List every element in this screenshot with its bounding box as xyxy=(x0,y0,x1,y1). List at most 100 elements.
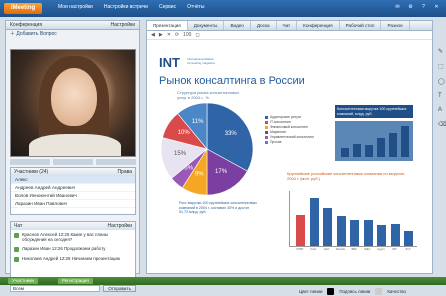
line-label-swatch[interactable] xyxy=(375,288,383,295)
participant-row[interactable]: Волов Иннокентий Иванович xyxy=(11,192,135,200)
video-feed[interactable] xyxy=(10,49,136,157)
toolbar-button-4[interactable]: 100 xyxy=(183,32,191,38)
mini-bar xyxy=(353,143,361,157)
line-color-label[interactable]: Цвет линии xyxy=(299,289,322,294)
pie-slice-label: 10% xyxy=(178,130,191,136)
toolbar-button-5[interactable]: ◻ xyxy=(195,32,199,38)
message-check-icon xyxy=(14,247,19,252)
participants-header: Участники (24) Права xyxy=(11,168,135,176)
gear-icon[interactable]: ⚙ xyxy=(407,4,414,11)
invite-link[interactable]: ＋ Добавить Вопрос xyxy=(6,30,139,38)
quality-label[interactable]: Качество xyxy=(387,289,406,294)
slide-subtitle: Структура рынка консалтинговых услуг в 2… xyxy=(177,90,240,100)
tab-settings[interactable]: Настройки xyxy=(110,21,135,29)
tab-1[interactable]: Документы xyxy=(188,21,225,30)
app-logo: iMeeting xyxy=(4,3,42,14)
tab-7[interactable]: Разное xyxy=(381,21,410,30)
pie-legend: Аудиторские услуги IT-консалтинг Финансовы… xyxy=(265,115,323,145)
chat-message-text: Николаев Андрей 12:28 Начинаем презентац… xyxy=(22,256,121,261)
drawing-tool-1[interactable]: ⬚ xyxy=(438,63,444,70)
bar xyxy=(390,224,400,246)
toolbar-button-3[interactable]: ⟳ xyxy=(175,32,179,38)
drawing-tool-4[interactable]: A xyxy=(438,107,444,113)
tab-5[interactable]: Конференция xyxy=(297,21,340,30)
participants-title: Участники (24) xyxy=(14,169,49,175)
legend-swatch xyxy=(265,131,268,134)
send-button[interactable]: Отправить xyxy=(103,284,136,292)
tab-conference[interactable]: Конференция xyxy=(10,21,42,29)
top-right-icons: ✉ ⚙ ? ✕ xyxy=(394,4,440,11)
mini-chart-title: Консалтинговая выручка 100 крупнейших ко… xyxy=(335,105,413,118)
bar xyxy=(350,220,359,246)
pie-slice-label: 17% xyxy=(215,169,228,175)
tab-6[interactable]: Рабочий стол xyxy=(340,21,382,30)
drawing-tool-3[interactable]: T xyxy=(438,93,444,99)
slide-note: Рост выручки 100 крупнейших консалтингов… xyxy=(179,201,257,215)
mail-icon[interactable]: ✉ xyxy=(394,4,401,11)
mini-bar xyxy=(365,145,373,157)
tab-3[interactable]: Доска xyxy=(251,21,277,30)
close-icon[interactable]: ✕ xyxy=(433,4,440,11)
bar xyxy=(377,225,386,246)
slide: INT International Market Consulting maga… xyxy=(157,53,422,253)
drawing-tools: ✎ ⬚ ◯ T A ⌫ xyxy=(438,48,446,128)
participants-button[interactable]: Участники xyxy=(8,278,38,284)
chat-message-text: Ларазин Иван 12:26 Продолжаем работу xyxy=(22,246,106,251)
mini-bar xyxy=(389,132,397,157)
chat-header: Чат Настройки xyxy=(11,222,135,230)
menu-item-settings[interactable]: Мои настройки xyxy=(58,4,93,10)
pie-slice-label: 9% xyxy=(195,172,204,178)
video-control-3[interactable] xyxy=(96,159,136,165)
tab-2[interactable]: Видео xyxy=(224,21,251,30)
toolbar-button-0[interactable]: ◀ xyxy=(151,32,155,38)
app-titlebar: iMeeting Мои настройки Настройки встречи… xyxy=(0,0,446,17)
drawing-tool-5[interactable]: ⌫ xyxy=(438,121,446,128)
video-control-2[interactable] xyxy=(53,159,93,165)
bar-chart: КПМГ PwC E&Y Deloitte ФБК БДО Аудит ЛКГ Ф-Р xyxy=(289,191,417,251)
legend-label: Прочие xyxy=(270,140,282,144)
participant-row[interactable]: Ларазин Иван Павлович xyxy=(11,200,135,208)
participant-row[interactable]: Алекс xyxy=(11,176,135,184)
video-person-face xyxy=(51,68,97,126)
line-color-swatch[interactable] xyxy=(327,288,335,295)
message-check-icon xyxy=(14,257,19,262)
legend-swatch xyxy=(265,116,268,119)
chat-settings[interactable]: Настройки xyxy=(107,222,132,230)
pie-slice-label: 15% xyxy=(174,151,187,157)
help-icon[interactable]: ? xyxy=(420,4,427,11)
legend-swatch xyxy=(265,141,268,144)
tab-4[interactable]: Чат xyxy=(277,21,298,30)
presentation-toolbar: ◀ ▶ ✕ ⟳ 100 ◻ xyxy=(147,31,432,40)
left-panel-tabs: Конференция Настройки xyxy=(6,21,139,30)
slide-brand-sub: International Market Consulting magazine xyxy=(187,57,216,65)
chat-message: Краснов Алексей 12:25 Какие у вас планы … xyxy=(11,230,135,244)
recipient-select[interactable]: Всем xyxy=(10,284,101,292)
line-label-label[interactable]: Подпись линии xyxy=(339,289,370,294)
toolbar-button-2[interactable]: ✕ xyxy=(167,32,171,38)
menu-item-reports[interactable]: Отчёты xyxy=(187,4,204,10)
chat-send-row: Всем Отправить xyxy=(10,284,136,292)
pie-chart: 33%17%9%5%15%10%11% xyxy=(160,102,254,196)
video-controls xyxy=(10,159,136,165)
drawing-tool-2[interactable]: ◯ xyxy=(438,78,445,85)
presentation-panel: Презентация Документы Видео Доска Чат Конфере… xyxy=(146,20,433,295)
bar xyxy=(296,214,305,246)
menu-item-service[interactable]: Сервис xyxy=(159,4,176,10)
chat-title: Чат xyxy=(14,223,23,229)
video-control-1[interactable] xyxy=(10,159,50,165)
legend-swatch xyxy=(265,126,268,129)
bar-label: Ф-Р xyxy=(405,247,411,251)
tab-0[interactable]: Презентация xyxy=(147,21,188,30)
legend-item: Прочие xyxy=(265,140,323,145)
mini-bar xyxy=(341,148,349,157)
toolbar-button-1[interactable]: ▶ xyxy=(159,32,163,38)
participant-row[interactable]: Андреев Андрей Андреевич xyxy=(11,184,135,192)
drawing-tool-0[interactable]: ✎ xyxy=(438,48,444,55)
participants-rights[interactable]: Права xyxy=(117,168,132,176)
chat-message: Ларазин Иван 12:26 Продолжаем работу xyxy=(11,244,135,254)
bar xyxy=(323,207,332,246)
registration-button[interactable]: Регистрация xyxy=(58,278,93,284)
legend-swatch xyxy=(265,121,268,124)
status-bar: Участники Регистрация xyxy=(0,277,446,285)
menu-item-meeting-settings[interactable]: Настройки встречи xyxy=(104,4,148,10)
